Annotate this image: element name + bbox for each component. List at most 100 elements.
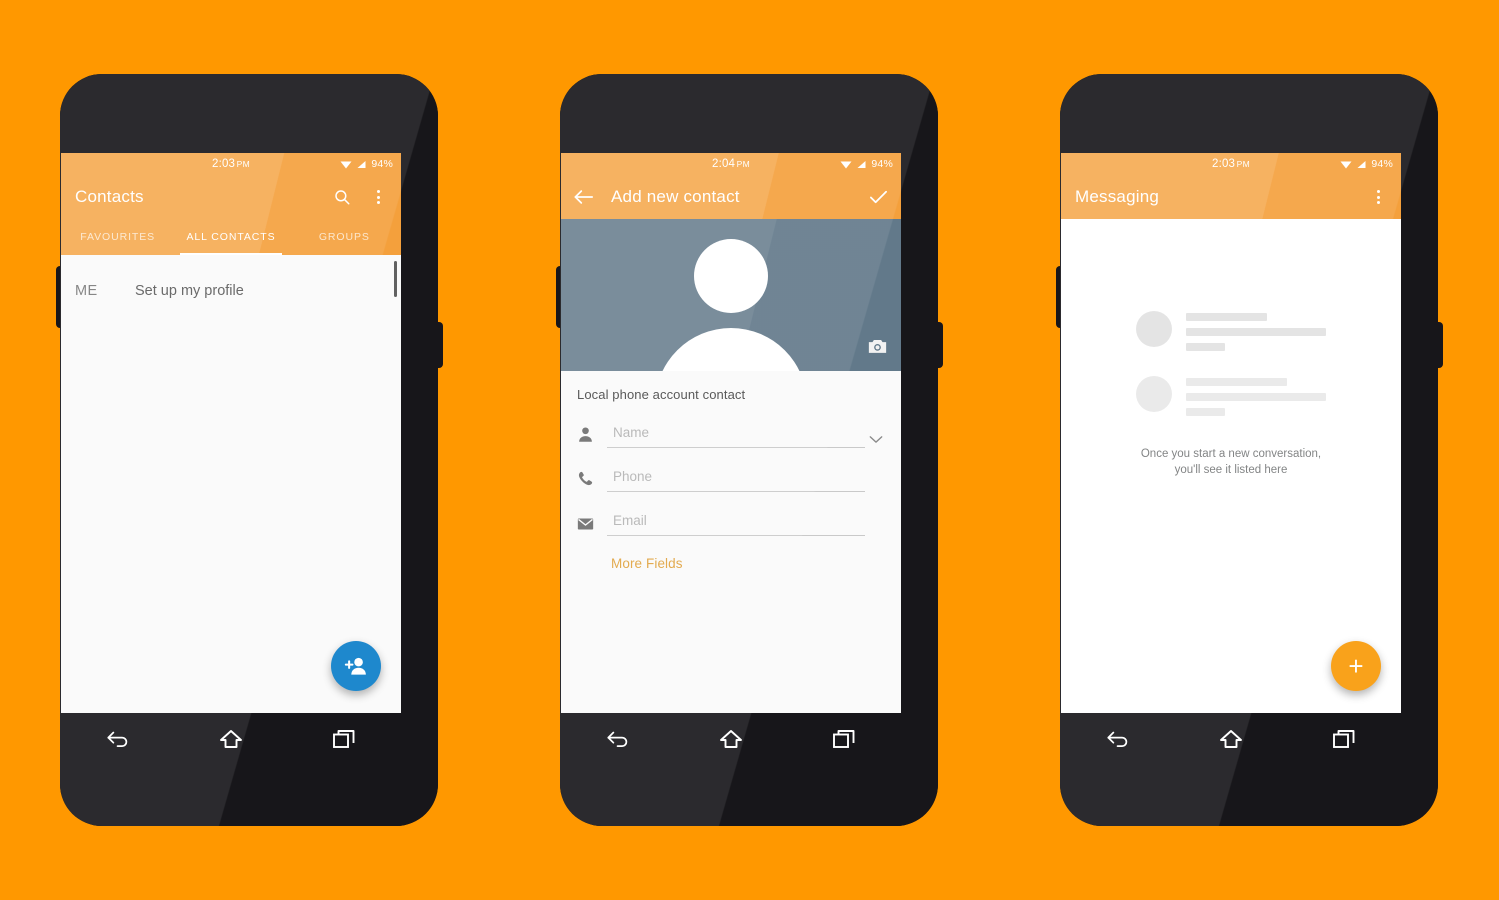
person-icon [577, 426, 607, 448]
add-contact-fab[interactable] [331, 641, 381, 691]
android-nav-bar [61, 713, 401, 765]
skeleton-line [1186, 313, 1268, 321]
overflow-menu-icon[interactable] [1365, 184, 1391, 210]
skeleton-row [1136, 311, 1326, 358]
skeleton-line [1186, 393, 1326, 401]
tab-groups[interactable]: GROUPS [288, 219, 401, 255]
recents-icon[interactable] [324, 722, 364, 756]
skeleton-line [1186, 378, 1287, 386]
home-icon[interactable] [1211, 722, 1251, 756]
avatar-placeholder-icon [561, 219, 901, 371]
page-title: Messaging [1075, 187, 1160, 206]
appbar-row: Add new contact [561, 175, 901, 219]
screen-messaging: 2:03 PM 94% Messaging Once you start a n… [1061, 153, 1401, 713]
account-label: Local phone account contact [577, 387, 746, 402]
status-bar: 2:03 PM 94% [1061, 153, 1401, 175]
back-icon[interactable] [598, 722, 638, 756]
phone-input[interactable] [613, 469, 865, 484]
screen-contacts: 2:03 PM 94% Contacts FAVOURITES ALL CONT… [61, 153, 401, 713]
appbar-messaging: 2:03 PM 94% Messaging [1061, 153, 1401, 219]
field-row-email [561, 512, 901, 536]
list-item-my-profile[interactable]: ME Set up my profile [61, 255, 401, 309]
name-input[interactable] [613, 425, 865, 440]
battery-percent: 94% [371, 158, 393, 170]
wifi-icon [840, 161, 852, 168]
appbar-add-contact: 2:04 PM 94% Add new contact [561, 153, 901, 219]
skeleton-line [1186, 408, 1226, 416]
status-clock: 2:03 PM [1211, 158, 1251, 170]
contacts-list: ME Set up my profile [61, 255, 401, 713]
overflow-menu-icon[interactable] [365, 184, 391, 210]
recents-icon[interactable] [1324, 722, 1364, 756]
skeleton-avatar [1136, 376, 1172, 412]
check-icon[interactable] [865, 184, 891, 210]
wifi-icon [340, 161, 352, 168]
plus-icon: + [1348, 651, 1364, 681]
field-row-phone [561, 468, 901, 492]
search-icon[interactable] [329, 184, 355, 210]
empty-state-message: Once you start a new conversation, you'l… [1141, 447, 1321, 478]
scrollbar-thumb[interactable] [394, 261, 397, 297]
status-bar: 2:03 PM 94% [61, 153, 401, 175]
tab-all-contacts[interactable]: ALL CONTACTS [174, 219, 287, 255]
status-bar: 2:04 PM 94% [561, 153, 901, 175]
field-row-name [561, 424, 901, 448]
more-fields-link[interactable]: More Fields [561, 556, 901, 571]
skeleton-line [1186, 343, 1226, 351]
phone-device-contacts: 2:03 PM 94% Contacts FAVOURITES ALL CONT… [56, 74, 443, 826]
recents-icon[interactable] [824, 722, 864, 756]
new-conversation-fab[interactable]: + [1331, 641, 1381, 691]
chevron-down-icon[interactable] [865, 435, 887, 448]
appbar-row: Contacts [61, 175, 401, 219]
status-clock: 2:03 PM [211, 158, 251, 170]
email-icon [577, 517, 607, 536]
phone-chevron-spacer [865, 488, 887, 492]
signal-icon [857, 160, 866, 168]
phone-icon [577, 470, 607, 492]
skeleton-row [1136, 376, 1326, 423]
appbar-row: Messaging [1061, 175, 1401, 219]
back-icon[interactable] [98, 722, 138, 756]
name-input-underline [607, 424, 865, 448]
screen-add-contact: 2:04 PM 94% Add new contact Local phone … [561, 153, 901, 713]
email-input-underline [607, 512, 865, 536]
tab-bar: FAVOURITES ALL CONTACTS GROUPS [61, 219, 401, 255]
battery-percent: 94% [1371, 158, 1393, 170]
battery-percent: 94% [871, 158, 893, 170]
skeleton-placeholder-list [1136, 311, 1326, 441]
add-person-icon [344, 657, 366, 675]
skeleton-avatar [1136, 311, 1172, 347]
home-icon[interactable] [211, 722, 251, 756]
signal-icon [1357, 160, 1366, 168]
appbar-contacts: 2:03 PM 94% Contacts FAVOURITES ALL CONT… [61, 153, 401, 255]
contact-photo-header[interactable] [561, 219, 901, 371]
home-icon[interactable] [711, 722, 751, 756]
contact-form: Local phone account contact Name Phone E… [561, 371, 901, 713]
wallpaper-background: 2:03 PM 94% Contacts FAVOURITES ALL CONT… [0, 0, 1499, 900]
page-title: Add new contact [611, 187, 740, 206]
phone-input-underline [607, 468, 865, 492]
empty-state-line-2: you'll see it listed here [1174, 463, 1288, 476]
phone-right-button[interactable] [936, 322, 943, 368]
phone-right-button[interactable] [1436, 322, 1443, 368]
android-nav-bar [1061, 713, 1401, 765]
camera-icon[interactable] [868, 338, 887, 359]
page-title: Contacts [75, 187, 144, 206]
phone-device-messaging: 2:03 PM 94% Messaging Once you start a n… [1056, 74, 1443, 826]
back-arrow-icon[interactable] [571, 184, 597, 210]
skeleton-line [1186, 328, 1326, 336]
tab-favourites[interactable]: FAVOURITES [61, 219, 174, 255]
wifi-icon [1340, 161, 1352, 168]
messaging-empty-state: Once you start a new conversation, you'l… [1061, 219, 1401, 713]
android-nav-bar [561, 713, 901, 765]
empty-state-line-1: Once you start a new conversation, [1140, 448, 1322, 460]
set-up-profile-label: Set up my profile [135, 283, 244, 299]
phone-right-button[interactable] [436, 322, 443, 368]
me-label: ME [75, 283, 98, 299]
email-chevron-spacer [865, 532, 887, 536]
phone-device-add-contact: 2:04 PM 94% Add new contact Local phone … [556, 74, 943, 826]
signal-icon [357, 160, 366, 168]
email-input[interactable] [613, 513, 865, 528]
back-icon[interactable] [1098, 722, 1138, 756]
status-clock: 2:04 PM [711, 158, 751, 170]
